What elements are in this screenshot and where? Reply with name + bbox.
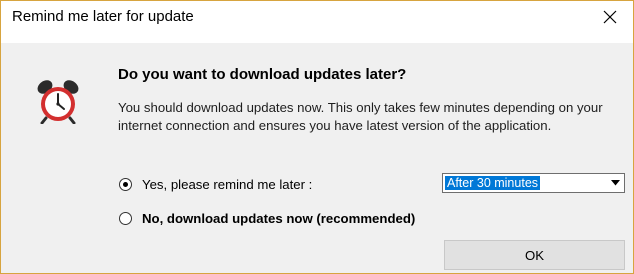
close-button[interactable] bbox=[587, 1, 633, 32]
alarm-clock-icon bbox=[37, 80, 79, 124]
dropdown-button[interactable] bbox=[607, 175, 623, 191]
download-now-option[interactable]: No, download updates now (recommended) bbox=[119, 211, 415, 226]
dialog-message: You should download updates now. This on… bbox=[118, 100, 603, 133]
delay-dropdown-value: After 30 minutes bbox=[445, 176, 541, 190]
chevron-down-icon bbox=[610, 180, 620, 186]
remind-later-label: Yes, please remind me later : bbox=[142, 177, 313, 192]
radio-selected-dot bbox=[123, 182, 128, 187]
dialog-body: Do you want to download updates later? Y… bbox=[1, 43, 633, 273]
window-title: Remind me later for update bbox=[12, 8, 194, 25]
title-bar[interactable]: Remind me later for update bbox=[1, 1, 633, 32]
dialog-window: Remind me later for update Do you want t… bbox=[0, 0, 634, 274]
download-now-radio[interactable] bbox=[119, 212, 132, 225]
ok-button[interactable]: OK bbox=[444, 240, 625, 270]
download-now-label: No, download updates now (recommended) bbox=[142, 211, 416, 226]
dialog-heading: Do you want to download updates later? bbox=[118, 66, 407, 83]
close-icon bbox=[603, 10, 617, 23]
remind-later-radio[interactable] bbox=[119, 178, 132, 191]
delay-dropdown[interactable]: After 30 minutes bbox=[442, 173, 625, 193]
remind-later-option[interactable]: Yes, please remind me later : bbox=[119, 177, 312, 192]
